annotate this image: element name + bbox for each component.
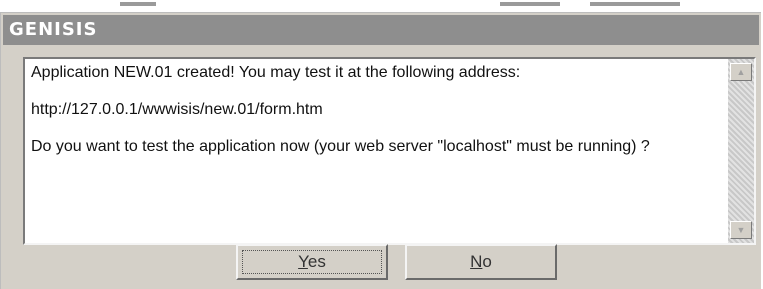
vertical-scrollbar[interactable]: ▲ ▼ [728,59,754,243]
message-line-created: Application NEW.01 created! You may test… [31,64,521,81]
background-artifact [500,2,560,6]
no-label: o [482,252,492,271]
no-mnemonic: N [470,252,483,271]
message-line-question: Do you want to test the application now … [31,138,650,155]
arrow-up-icon[interactable]: ▲ [730,63,752,81]
message-textarea[interactable]: Application NEW.01 created! You may test… [23,57,756,245]
focus-rectangle [242,250,382,274]
background-artifact [120,2,156,6]
no-button[interactable]: No [405,244,557,280]
yes-button[interactable]: Yes [236,244,388,280]
message-text: Application NEW.01 created! You may test… [31,63,721,174]
dialog-title: GENISIS [3,15,759,45]
background-strip [0,0,763,12]
background-artifact [590,2,680,6]
arrow-down-icon[interactable]: ▼ [730,221,752,239]
message-line-address: http://127.0.0.1/wwwisis/new.01/form.htm [31,101,323,118]
